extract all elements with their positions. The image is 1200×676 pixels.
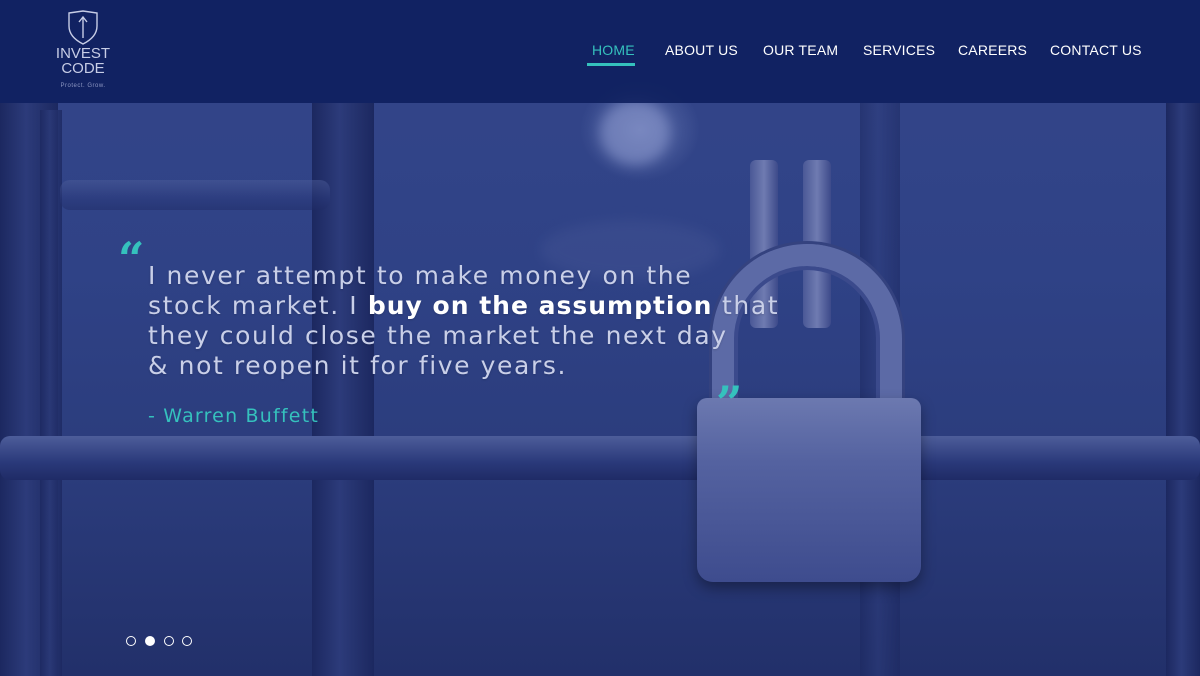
- fence-rail-top: [60, 180, 330, 210]
- nav-home[interactable]: HOME: [592, 42, 635, 58]
- nav-contact-us[interactable]: CONTACT US: [1050, 42, 1142, 58]
- nav-careers[interactable]: CAREERS: [958, 42, 1027, 58]
- nav-about-us[interactable]: ABOUT US: [665, 42, 738, 58]
- quote-line-2: stock market. I buy on the assumption th…: [148, 291, 778, 321]
- close-quote-icon: ”: [716, 376, 743, 430]
- quote-line-2-start: stock market. I: [148, 291, 368, 320]
- quote-author: - Warren Buffett: [148, 405, 319, 427]
- logo-tagline: Protect. Grow.: [60, 83, 106, 89]
- slider-dot[interactable]: [182, 636, 192, 646]
- main-nav: HOME ABOUT US OUR TEAM SERVICES CAREERS …: [0, 42, 1200, 72]
- fence-rail: [0, 436, 1200, 480]
- slider-dot[interactable]: [164, 636, 174, 646]
- hero-quote: I never attempt to make money on the sto…: [148, 261, 778, 381]
- top-navbar: INVEST CODE Protect. Grow. HOME ABOUT US…: [0, 0, 1200, 103]
- fence-post-thin: [40, 110, 62, 676]
- nav-active-indicator: [587, 63, 635, 66]
- fence-post-right: [1166, 103, 1200, 676]
- slider-dot-active[interactable]: [145, 636, 155, 646]
- quote-highlight: buy on the assumption: [367, 291, 713, 320]
- quote-line-2-end: that: [712, 291, 780, 320]
- background-light: [600, 100, 670, 165]
- quote-line-4: & not reopen it for five years.: [148, 351, 568, 380]
- nav-our-team[interactable]: OUR TEAM: [763, 42, 838, 58]
- nav-services[interactable]: SERVICES: [863, 42, 935, 58]
- shield-icon: [68, 10, 98, 45]
- quote-line-3: they could close the market the next day: [148, 321, 728, 350]
- quote-line-1: I never attempt to make money on the: [148, 261, 693, 290]
- slider-dot[interactable]: [126, 636, 136, 646]
- open-quote-icon: “: [118, 232, 145, 286]
